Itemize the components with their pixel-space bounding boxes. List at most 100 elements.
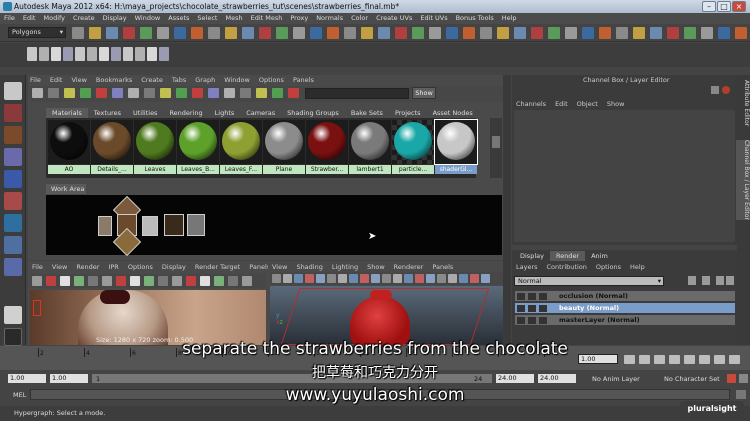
shelf-tool-icon[interactable] — [123, 47, 133, 61]
status-tool-icon[interactable] — [497, 27, 509, 39]
hypershade-tool-icon[interactable] — [192, 88, 203, 98]
paint-select-icon[interactable] — [4, 126, 22, 144]
render-layer-icon[interactable] — [539, 316, 547, 324]
perspective-tool-icon[interactable] — [426, 274, 435, 283]
render-view-tool-icon[interactable] — [144, 276, 154, 286]
shelf-tool-icon[interactable] — [135, 47, 145, 61]
tab-anim[interactable]: Anim — [585, 251, 614, 261]
status-tool-icon[interactable] — [225, 27, 237, 39]
material-swatch[interactable] — [220, 120, 262, 164]
tab-projects[interactable]: Projects — [389, 108, 427, 118]
status-tool-icon[interactable] — [89, 27, 101, 39]
tab-display[interactable]: Display — [514, 251, 550, 261]
rv-menu-options[interactable]: Options — [128, 263, 153, 271]
hs-menu-window[interactable]: Window — [224, 76, 250, 84]
node-swatch-dark[interactable] — [164, 214, 184, 236]
layer-icon-2[interactable] — [702, 276, 710, 285]
hs-menu-panels[interactable]: Panels — [293, 76, 314, 84]
lasso-tool-icon[interactable] — [4, 104, 22, 122]
material-swatch[interactable] — [91, 120, 133, 164]
cb-menu-show[interactable]: Show — [607, 100, 625, 108]
cb-menu-edit[interactable]: Edit — [555, 100, 568, 108]
tab-asset-nodes[interactable]: Asset Nodes — [427, 108, 479, 118]
status-tool-icon[interactable] — [140, 27, 152, 39]
hs-menu-graph[interactable]: Graph — [195, 76, 215, 84]
channel-box-icon[interactable] — [711, 86, 719, 94]
status-tool-icon[interactable] — [599, 27, 611, 39]
hypershade-tool-icon[interactable] — [144, 88, 155, 98]
hypershade-tool-icon[interactable] — [112, 88, 123, 98]
perspective-tool-icon[interactable] — [283, 274, 292, 283]
perspective-tool-icon[interactable] — [294, 274, 303, 283]
rv-menu-ipr[interactable]: IPR — [108, 263, 118, 271]
render-layer-row[interactable]: beauty (Normal) — [515, 303, 735, 313]
status-tool-icon[interactable] — [327, 27, 339, 39]
work-area-canvas[interactable] — [46, 195, 502, 255]
move-tool-icon[interactable] — [4, 148, 22, 166]
node-swatch-left[interactable] — [98, 216, 112, 236]
tab-materials[interactable]: Materials — [46, 108, 88, 118]
status-tool-icon[interactable] — [361, 27, 373, 39]
menu-help[interactable]: Help — [498, 13, 521, 24]
status-tool-icon[interactable] — [123, 27, 135, 39]
status-tool-icon[interactable] — [548, 27, 560, 39]
le-menu-help[interactable]: Help — [630, 263, 645, 271]
pv-menu-lighting[interactable]: Lighting — [332, 263, 358, 271]
render-layer-row[interactable]: occlusion (Normal) — [515, 291, 735, 301]
status-tool-icon[interactable] — [293, 27, 305, 39]
pv-menu-show[interactable]: Show — [367, 263, 385, 271]
menu-select[interactable]: Select — [193, 13, 221, 24]
pv-menu-renderer[interactable]: Renderer — [394, 263, 424, 271]
materials-scrollbar[interactable] — [490, 118, 502, 178]
menu-file[interactable]: File — [0, 13, 19, 24]
perspective-tool-icon[interactable] — [382, 274, 391, 283]
hypershade-tool-icon[interactable] — [224, 88, 235, 98]
shelf-tool-icon[interactable] — [147, 47, 157, 61]
shelf-tool-icon[interactable] — [27, 47, 37, 61]
rotate-tool-icon[interactable] — [4, 170, 22, 188]
menuset-dropdown[interactable]: Polygons ▾ — [8, 27, 66, 38]
tab-lights[interactable]: Lights — [209, 108, 241, 118]
show-button[interactable]: Show — [412, 87, 436, 99]
perspective-tool-icon[interactable] — [470, 274, 479, 283]
hypershade-tool-icon[interactable] — [80, 88, 91, 98]
render-view-tool-icon[interactable] — [46, 276, 56, 286]
hs-menu-bookmarks[interactable]: Bookmarks — [96, 76, 132, 84]
select-tool-icon[interactable] — [4, 82, 22, 100]
perspective-tool-icon[interactable] — [338, 274, 347, 283]
status-tool-icon[interactable] — [378, 27, 390, 39]
menu-create[interactable]: Create — [69, 13, 99, 24]
status-tool-icon[interactable] — [276, 27, 288, 39]
render-view-tool-icon[interactable] — [88, 276, 98, 286]
shelf-tool-icon[interactable] — [159, 47, 169, 61]
tab-work-area[interactable]: Work Area — [46, 184, 86, 194]
status-tool-icon[interactable] — [514, 27, 526, 39]
hypershade-search-field[interactable] — [305, 88, 409, 99]
perspective-tool-icon[interactable] — [349, 274, 358, 283]
node-swatch-utility[interactable] — [187, 214, 205, 236]
material-swatch[interactable] — [392, 120, 434, 164]
status-tool-icon[interactable] — [446, 27, 458, 39]
minimize-button[interactable]: – — [702, 1, 716, 12]
render-view-tool-icon[interactable] — [200, 276, 210, 286]
render-layer-icon[interactable] — [517, 292, 525, 300]
tab-cameras[interactable]: Cameras — [240, 108, 281, 118]
hypershade-tool-icon[interactable] — [256, 88, 267, 98]
render-view-tool-icon[interactable] — [116, 276, 126, 286]
menu-edit[interactable]: Edit — [19, 13, 40, 24]
menu-assets[interactable]: Assets — [164, 13, 193, 24]
perspective-tool-icon[interactable] — [316, 274, 325, 283]
cb-menu-object[interactable]: Object — [577, 100, 598, 108]
material-swatch[interactable] — [48, 120, 90, 164]
status-tool-icon[interactable] — [72, 27, 84, 39]
hypershade-vscroll[interactable] — [503, 75, 511, 345]
status-tool-icon[interactable] — [531, 27, 543, 39]
menu-modify[interactable]: Modify — [39, 13, 69, 24]
perspective-tool-icon[interactable] — [305, 274, 314, 283]
shelf-tool-icon[interactable] — [87, 47, 97, 61]
status-tool-icon[interactable] — [701, 27, 713, 39]
menu-display[interactable]: Display — [99, 13, 131, 24]
status-tool-icon[interactable] — [735, 27, 747, 39]
menu-bonus-tools[interactable]: Bonus Tools — [452, 13, 498, 24]
rv-menu-display[interactable]: Display — [162, 263, 186, 271]
